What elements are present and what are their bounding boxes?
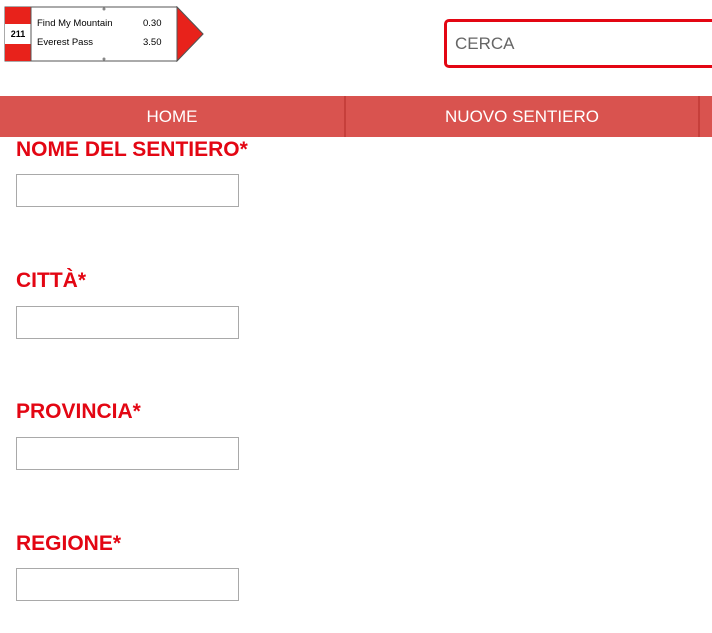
site-logo[interactable]: 211 Find My Mountain 0.30 Everest Pass 3… [4,6,206,62]
region-label: REGIONE* [16,532,122,555]
logo-row-2-value: 3.50 [143,37,162,48]
nav-item-home[interactable]: HOME [0,96,346,137]
trail-name-label: NOME DEL SENTIERO* [16,138,248,161]
logo-row-2-name: Everest Pass [37,37,93,48]
search-input[interactable] [447,22,712,65]
province-field[interactable] [16,437,239,470]
main-nav: HOME NUOVO SENTIERO [0,96,712,137]
city-label: CITTÀ* [16,269,86,292]
province-label: PROVINCIA* [16,400,141,423]
logo-row-1-value: 0.30 [143,18,162,29]
nav-item-more[interactable] [700,96,712,137]
trail-name-field[interactable] [16,174,239,207]
logo-number: 211 [11,29,26,39]
region-field[interactable] [16,568,239,601]
city-field[interactable] [16,306,239,339]
nav-item-new-trail[interactable]: NUOVO SENTIERO [346,96,700,137]
page: 211 Find My Mountain 0.30 Everest Pass 3… [0,0,712,633]
trail-sign-icon: 211 Find My Mountain 0.30 Everest Pass 3… [4,6,204,62]
logo-row-1-name: Find My Mountain [37,18,113,29]
search-box [444,19,712,68]
